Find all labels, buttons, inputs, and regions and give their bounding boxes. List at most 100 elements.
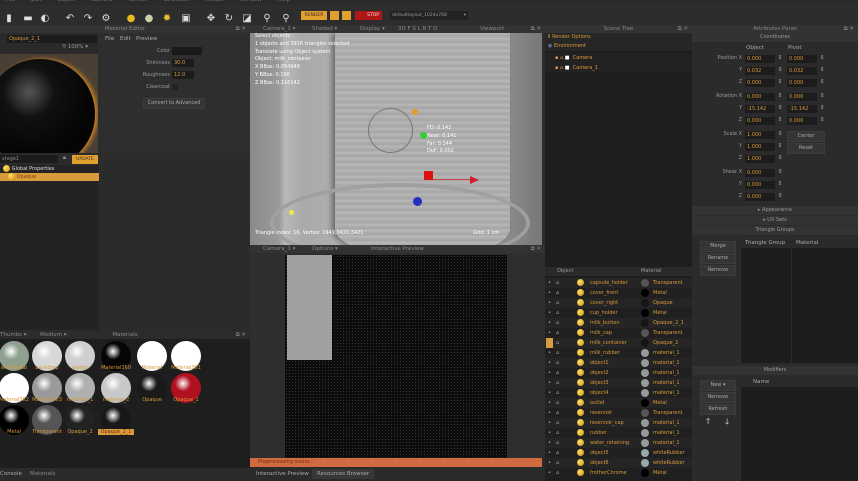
object-coord-field[interactable]: 0.000	[745, 193, 775, 201]
material-thumb[interactable]: Opaque_2_1	[98, 405, 134, 437]
lock-icon[interactable]: 🔒︎	[63, 155, 66, 162]
open-icon[interactable]: ▬	[22, 13, 34, 25]
gear-icon[interactable]: ⚙	[100, 13, 112, 25]
visibility-toggle[interactable]: •	[546, 418, 553, 428]
remove-button[interactable]: Remove	[700, 265, 736, 276]
object-material[interactable]: material_1	[653, 388, 680, 398]
color-swatch[interactable]	[172, 47, 202, 55]
col-name[interactable]: Name	[753, 379, 769, 385]
visibility-toggle[interactable]: •	[546, 358, 553, 368]
tree-item-opaque[interactable]: Opaque	[0, 173, 99, 181]
object-coord-field[interactable]: 0.000	[745, 93, 775, 101]
object-row[interactable]: • ⌂ object4 material_1	[545, 388, 692, 398]
tab-materials[interactable]: Materials	[30, 471, 55, 477]
object-row[interactable]: • ⌂ object5 whiteRubber	[545, 448, 692, 458]
lock-icon[interactable]: ⌂	[556, 338, 559, 348]
object-material[interactable]: material_1	[653, 438, 680, 448]
appearance-section[interactable]: ▸ Appearance	[692, 206, 858, 215]
gizmo-x-head[interactable]	[470, 176, 479, 184]
lock-icon[interactable]: ⌂	[556, 388, 559, 398]
display-select[interactable]: Display ▾	[360, 25, 385, 33]
object-material[interactable]: material_1	[653, 428, 680, 438]
visibility-toggle[interactable]: •	[546, 278, 553, 288]
object-coord-field[interactable]: 0.000	[745, 55, 775, 63]
visibility-toggle[interactable]: •	[546, 378, 553, 388]
object-material[interactable]: Metal	[653, 308, 667, 318]
camera-select[interactable]: Camera_1 ▾	[263, 25, 295, 33]
material-thumb[interactable]: Material362	[0, 373, 32, 405]
spinner-icon[interactable]: ⇕	[778, 67, 783, 73]
object-coord-field[interactable]: 0.032	[745, 67, 775, 75]
tab-console[interactable]: Console	[0, 471, 22, 477]
scale-icon[interactable]: ◪	[241, 13, 253, 25]
visibility-toggle[interactable]: •	[546, 298, 553, 308]
menu-preview[interactable]: Preview	[136, 36, 157, 42]
gizmo-red-handle[interactable]	[424, 171, 433, 180]
object-row[interactable]: • ⌂ milk_button Opaque_2_1	[545, 318, 692, 328]
visibility-toggle[interactable]: •	[546, 408, 553, 418]
object-row[interactable]: • ⌂ object6 whiteRubber	[545, 458, 692, 468]
col-material[interactable]: Material	[641, 267, 661, 276]
modifiers-section[interactable]: Modifiers	[692, 366, 858, 375]
visibility-toggle[interactable]: •	[546, 368, 553, 378]
material-thumb[interactable]: Material360	[98, 341, 134, 373]
material-thumb[interactable]: Material	[134, 341, 170, 373]
object-row[interactable]: • ⌂ milk_cap Transparent	[545, 328, 692, 338]
texture-icon[interactable]: ●	[143, 13, 155, 25]
viewport-render-button[interactable]	[342, 11, 351, 20]
environment-icon[interactable]: ◐	[39, 13, 51, 25]
visibility-toggle[interactable]: •	[546, 308, 553, 318]
close-icon[interactable]: ⧉ ✕	[678, 25, 688, 33]
spinner-icon[interactable]: ⇕	[778, 169, 783, 175]
object-material[interactable]: Transparent	[653, 328, 683, 338]
size-select[interactable]: Medium ▾	[40, 331, 67, 339]
visibility-toggle[interactable]: •	[546, 318, 553, 328]
material-name-field[interactable]: Opaque_2_1	[7, 35, 97, 43]
spinner-icon[interactable]: ⇕	[820, 117, 825, 123]
object-coord-field[interactable]: 1.000	[745, 131, 775, 139]
menu-edit[interactable]: Edit	[120, 36, 131, 42]
zoom-readout[interactable]: ⚲ 100% ▾	[62, 44, 88, 50]
object-coord-field[interactable]: 0.000	[745, 117, 775, 125]
pivot-coord-field[interactable]: 0.000	[787, 93, 817, 101]
spinner-icon[interactable]: ⇕	[820, 55, 825, 61]
center-button[interactable]: Center	[787, 131, 825, 142]
roughness-field[interactable]: 12.0	[172, 71, 194, 79]
object-row[interactable]: • ⌂ cover_right Opaque	[545, 298, 692, 308]
move-up-icon[interactable]: 🡑	[706, 416, 710, 430]
visibility-toggle[interactable]: •	[546, 288, 553, 298]
object-material[interactable]: material_1	[653, 378, 680, 388]
preview-render[interactable]	[285, 255, 507, 458]
pivot-coord-field[interactable]: 0.000	[787, 117, 817, 125]
material-thumb[interactable]: Opaque_2	[62, 405, 98, 437]
lock-icon[interactable]: ⌂	[556, 368, 559, 378]
lock-icon[interactable]: ⌂	[556, 278, 559, 288]
spinner-icon[interactable]: ⇕	[778, 79, 783, 85]
tab-interactive-preview[interactable]: Interactive Preview	[256, 471, 309, 477]
object-coord-field[interactable]: 1.000	[745, 143, 775, 151]
lock-icon[interactable]: ⌂	[556, 348, 559, 358]
spinner-icon[interactable]: ⇕	[778, 55, 783, 61]
object-coord-field[interactable]: -15.142	[745, 105, 775, 113]
object-material[interactable]: material_1	[653, 418, 680, 428]
material-thumb[interactable]: backdrop	[29, 341, 65, 373]
object-row[interactable]: • ⌂ cup_holder Metal	[545, 308, 692, 318]
rotate-icon[interactable]: ↻	[223, 13, 235, 25]
lock-icon[interactable]: ⌂	[556, 358, 559, 368]
spinner-icon[interactable]: ⇕	[778, 155, 783, 161]
spinner-icon[interactable]: ⇕	[778, 131, 783, 137]
object-coord-field[interactable]: 1.000	[745, 155, 775, 163]
object-material[interactable]: Metal	[653, 398, 667, 408]
coordinates-section[interactable]: Coordinates	[692, 33, 858, 42]
object-material[interactable]: material_1	[653, 368, 680, 378]
material-thumb[interactable]: plastic	[62, 341, 98, 373]
object-material[interactable]: whiteRubber	[653, 458, 685, 468]
lock-icon[interactable]: ⌂	[556, 298, 559, 308]
close-icon[interactable]: ⧉ ✕	[236, 25, 246, 33]
material-thumb[interactable]: material_2	[98, 373, 134, 405]
merge-button[interactable]: Merge	[700, 241, 736, 252]
convert-to-advanced-button[interactable]: Convert to Advanced	[143, 98, 205, 109]
spinner-icon[interactable]: ⇕	[820, 67, 825, 73]
visibility-toggle[interactable]: •	[546, 388, 553, 398]
pivot-coord-field[interactable]: 0.000	[787, 79, 817, 87]
